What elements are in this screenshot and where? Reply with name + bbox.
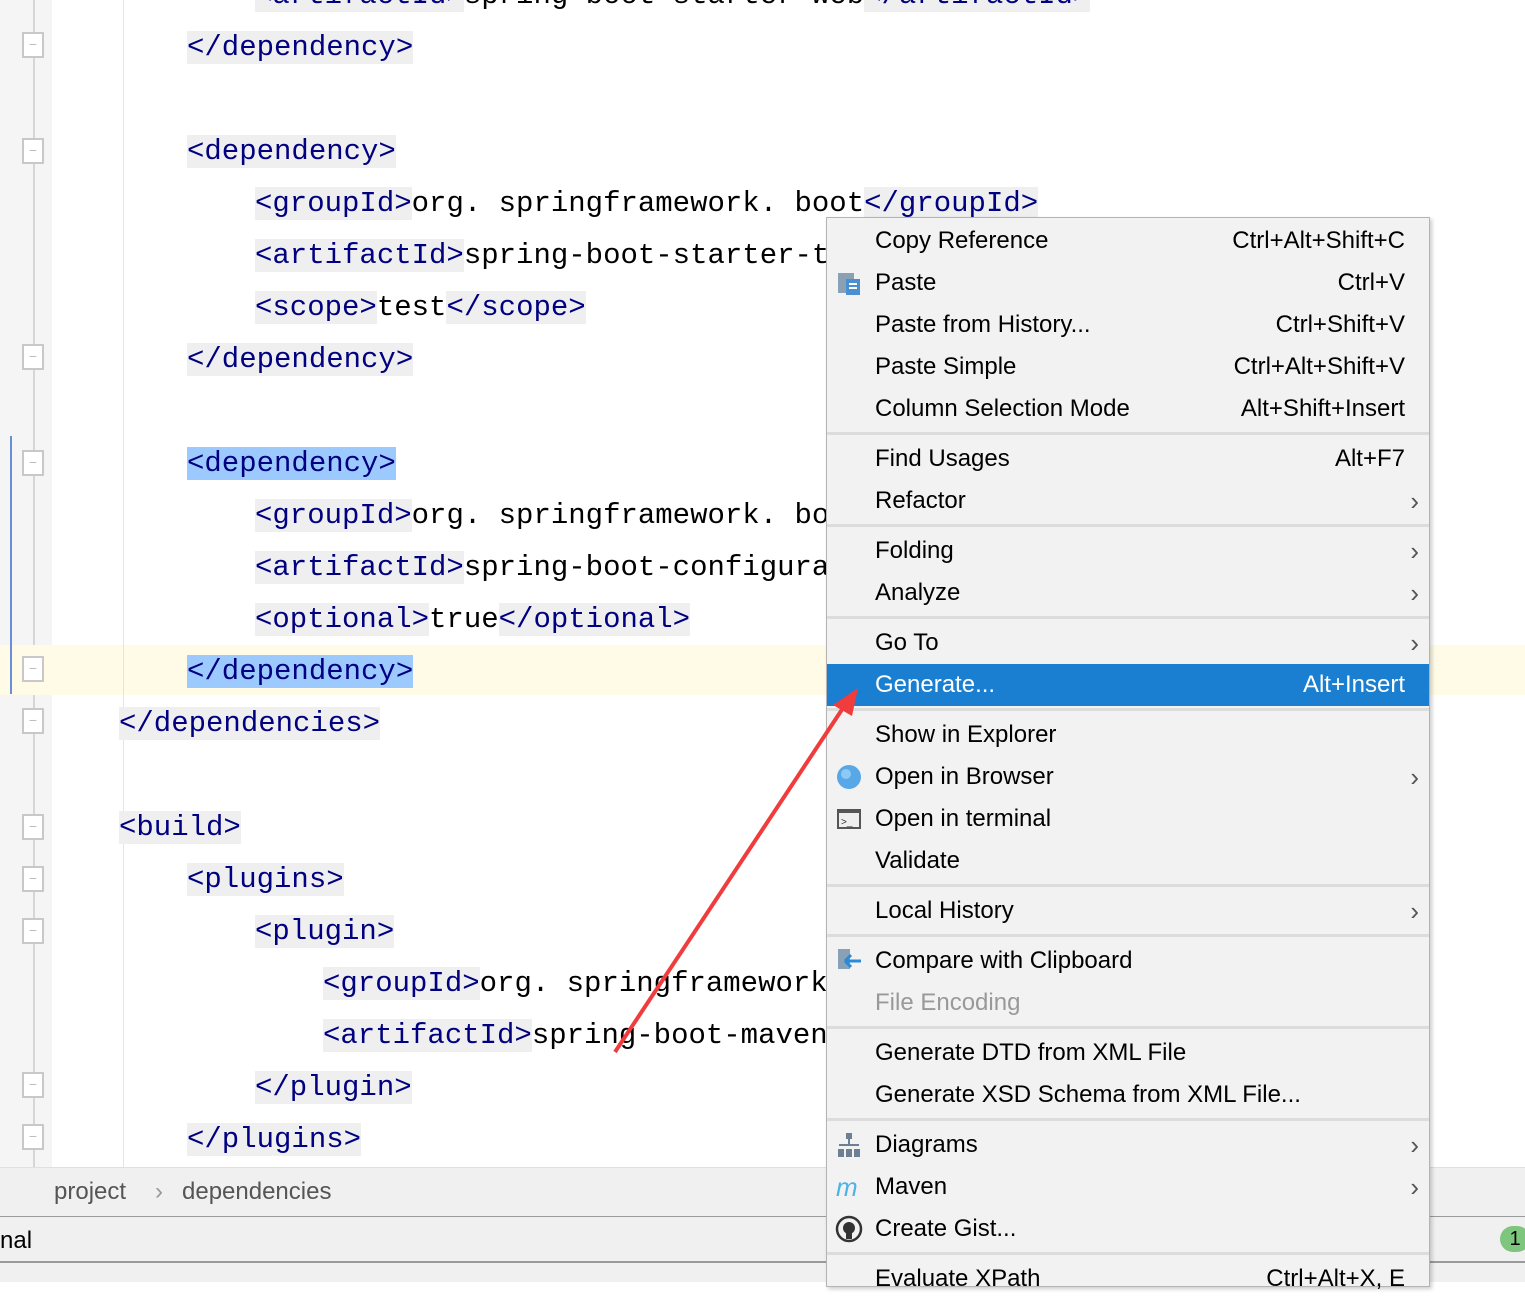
annotation-arrow	[613, 688, 858, 1054]
